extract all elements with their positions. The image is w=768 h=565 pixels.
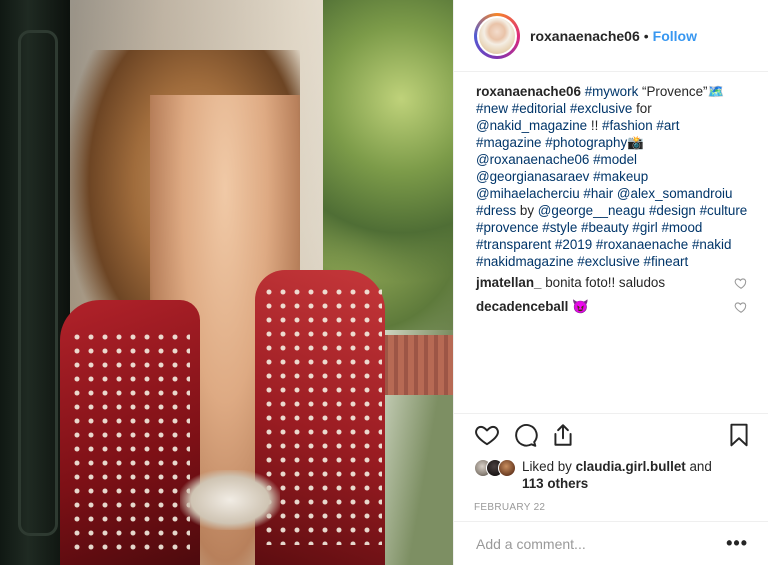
hashtag-link[interactable]: #culture	[700, 203, 748, 218]
comment-text: decadenceball 😈	[476, 298, 726, 316]
hashtag-link[interactable]: #model	[593, 152, 637, 167]
liker-username[interactable]: claudia.girl.bullet	[576, 459, 686, 474]
hashtag-link[interactable]: #roxanaenache	[596, 237, 688, 252]
comments-section: roxanaenache06 #mywork “Provence”🗺️ #new…	[454, 73, 768, 413]
likes-prefix: Liked by	[522, 459, 576, 474]
hashtag-link[interactable]: #2019	[555, 237, 592, 252]
avatar[interactable]	[477, 15, 517, 56]
comment-bubble-icon[interactable]	[512, 422, 538, 448]
header-username[interactable]: roxanaenache06	[530, 28, 640, 44]
hashtag-link[interactable]: #girl	[632, 220, 657, 235]
instagram-post: roxanaenache06 • Follow roxanaenache06 #…	[0, 0, 768, 565]
photo-studs-right	[262, 285, 382, 545]
comment-body: bonita foto!! saludos	[541, 275, 666, 290]
mention-link[interactable]: @george__neagu	[538, 203, 645, 218]
mention-link[interactable]: @nakid_magazine	[476, 118, 587, 133]
add-comment-bar: •••	[454, 521, 768, 565]
story-ring[interactable]	[474, 12, 520, 59]
share-icon[interactable]	[550, 422, 576, 448]
post-photo[interactable]	[0, 0, 453, 565]
heart-icon[interactable]	[474, 422, 500, 448]
caption-fragment: 📸	[627, 135, 644, 150]
caption-text: #mywork “Provence”🗺️ #new #editorial #ex…	[476, 84, 747, 269]
post-caption: roxanaenache06 #mywork “Provence”🗺️ #new…	[476, 83, 748, 270]
comment-text: jmatellan_ bonita foto!! saludos	[476, 274, 726, 292]
hashtag-link[interactable]: #fineart	[644, 254, 689, 269]
hashtag-link[interactable]: #mood	[661, 220, 702, 235]
hashtag-link[interactable]: #art	[656, 118, 679, 133]
photo-belt	[180, 470, 280, 530]
hashtag-link[interactable]: #dress	[476, 203, 516, 218]
likes-others[interactable]: 113 others	[522, 476, 588, 491]
hashtag-link[interactable]: #transparent	[476, 237, 551, 252]
comment-row: jmatellan_ bonita foto!! saludos	[476, 274, 748, 292]
caption-fragment: for	[632, 101, 652, 116]
hashtag-link[interactable]: #nakidmagazine	[476, 254, 574, 269]
comment-heart-icon[interactable]	[734, 276, 748, 290]
liker-avatars[interactable]	[474, 459, 516, 477]
bookmark-icon[interactable]	[726, 422, 752, 448]
hashtag-link[interactable]: #editorial	[512, 101, 566, 116]
likes-summary: Liked by claudia.girl.bullet and 113 othe…	[474, 458, 752, 492]
post-header: roxanaenache06 • Follow	[454, 0, 768, 72]
mention-link[interactable]: @alex_somandroiu	[617, 186, 733, 201]
hashtag-link[interactable]: #mywork	[585, 84, 639, 99]
mention-link[interactable]: @mihaelacherciu	[476, 186, 580, 201]
hashtag-link[interactable]: #style	[542, 220, 577, 235]
hashtag-link[interactable]: #magazine	[476, 135, 542, 150]
post-sidebar: roxanaenache06 • Follow roxanaenache06 #…	[453, 0, 768, 565]
hashtag-link[interactable]: #provence	[476, 220, 539, 235]
caption-fragment: !!	[587, 118, 603, 133]
hashtag-link[interactable]: #beauty	[581, 220, 629, 235]
mention-link[interactable]: @georgianasaraev	[476, 169, 589, 184]
hashtag-link[interactable]: #exclusive	[577, 254, 640, 269]
comment-heart-icon[interactable]	[734, 300, 748, 314]
add-comment-input[interactable]	[476, 535, 727, 552]
comment-row: decadenceball 😈	[476, 298, 748, 316]
caption-fragment: “Provence”🗺️	[638, 84, 725, 99]
action-bar	[474, 414, 752, 456]
likes-text: Liked by claudia.girl.bullet and 113 othe…	[522, 458, 712, 492]
post-date[interactable]: FEBRUARY 22	[474, 502, 752, 513]
hashtag-link[interactable]: #new	[476, 101, 508, 116]
comment-username[interactable]: jmatellan_	[476, 275, 542, 290]
liker-avatar	[498, 459, 516, 477]
caption-fragment: by	[516, 203, 538, 218]
comment-body: 😈	[568, 299, 589, 314]
hashtag-link[interactable]: #fashion	[602, 118, 653, 133]
post-actions: Liked by claudia.girl.bullet and 113 othe…	[454, 413, 768, 513]
mention-link[interactable]: @roxanaenache06	[476, 152, 589, 167]
hashtag-link[interactable]: #makeup	[593, 169, 648, 184]
caption-username[interactable]: roxanaenache06	[476, 84, 581, 99]
header-separator: •	[643, 27, 649, 44]
hashtag-link[interactable]: #design	[649, 203, 696, 218]
hashtag-link[interactable]: #nakid	[692, 237, 731, 252]
hashtag-link[interactable]: #exclusive	[570, 101, 633, 116]
comment-username[interactable]: decadenceball	[476, 299, 568, 314]
hashtag-link[interactable]: #hair	[583, 186, 613, 201]
hashtag-link[interactable]: #photography	[545, 135, 627, 150]
follow-button[interactable]: Follow	[653, 28, 697, 44]
photo-studs-left	[70, 330, 190, 550]
more-options-button[interactable]: •••	[726, 533, 748, 554]
likes-and: and	[685, 459, 712, 474]
